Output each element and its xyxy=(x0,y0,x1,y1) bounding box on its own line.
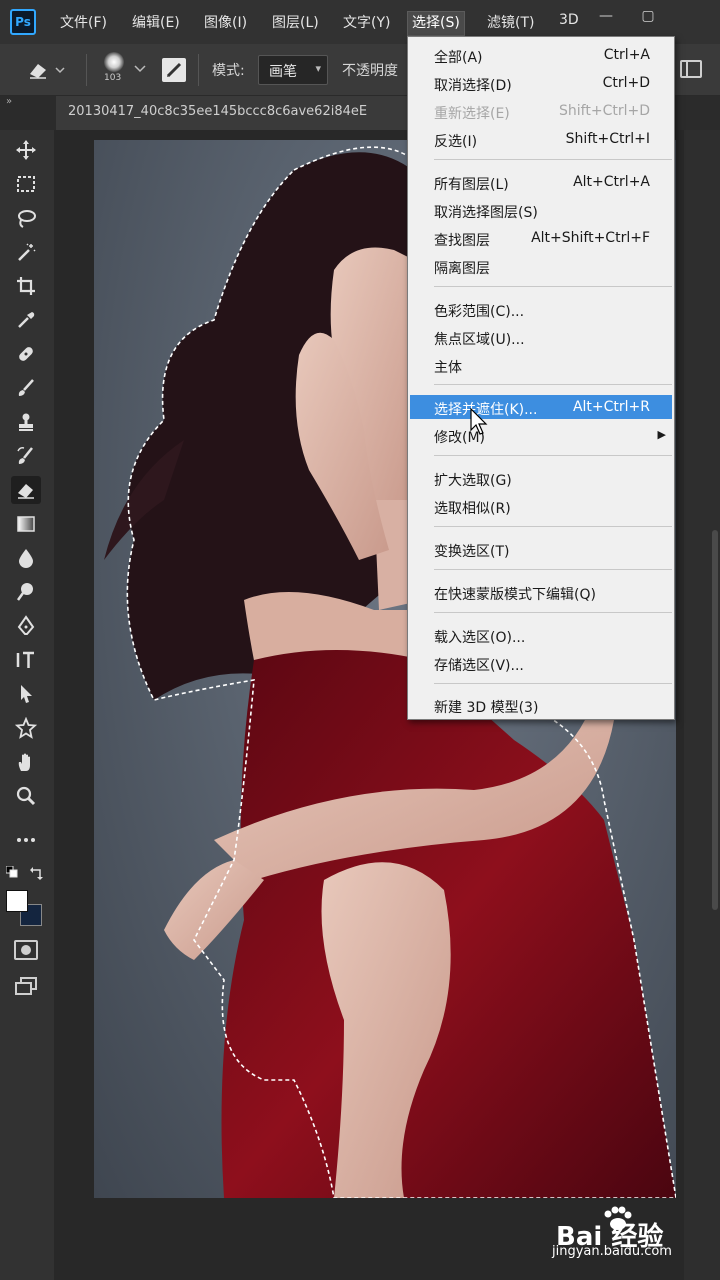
menu-item-grow[interactable]: 扩大选取(G) xyxy=(410,466,672,490)
watermark-url: jingyan.baidu.com xyxy=(552,1244,672,1259)
menu-item-deselect-layers[interactable]: 取消选择图层(S) xyxy=(410,198,672,222)
menu-item-new-3d-model[interactable]: 新建 3D 模型(3) xyxy=(410,693,672,717)
menu-item-save-selection[interactable]: 存储选区(V)... xyxy=(410,651,672,675)
brush-size-value: 103 xyxy=(104,73,122,83)
eraser-tool-icon[interactable] xyxy=(11,476,41,504)
menu-item-modify[interactable]: 修改(M) ▶ xyxy=(410,423,672,447)
menu-item-quick-mask[interactable]: 在快速蒙版模式下编辑(Q) xyxy=(410,580,672,604)
menu-filter[interactable]: 滤镜(T) xyxy=(487,12,534,36)
collapse-panel-icon[interactable]: » xyxy=(6,96,12,107)
menu-separator xyxy=(434,569,672,570)
menu-separator xyxy=(434,526,672,527)
crop-tool-icon[interactable] xyxy=(11,272,41,300)
path-selection-tool-icon[interactable] xyxy=(11,680,41,708)
type-tool-icon[interactable] xyxy=(11,646,41,674)
lasso-tool-icon[interactable] xyxy=(11,204,41,232)
eyedropper-tool-icon[interactable] xyxy=(11,306,41,334)
menu-item-transform-selection[interactable]: 变换选区(T) xyxy=(410,537,672,561)
swap-colors-icon[interactable] xyxy=(30,866,44,884)
hand-tool-icon[interactable] xyxy=(11,748,41,776)
menu-item-deselect[interactable]: 取消选择(D) Ctrl+D xyxy=(410,71,672,95)
menu-item-similar[interactable]: 选取相似(R) xyxy=(410,494,672,518)
menu-item-select-all[interactable]: 全部(A) Ctrl+A xyxy=(410,43,672,67)
menu-item-inverse[interactable]: 反选(I) Shift+Ctrl+I xyxy=(410,127,672,151)
menu-file[interactable]: 文件(F) xyxy=(60,12,107,36)
menu-item-find-layers[interactable]: 查找图层 Alt+Shift+Ctrl+F xyxy=(410,226,672,250)
menu-type[interactable]: 文字(Y) xyxy=(343,12,390,36)
maximize-icon[interactable]: ▢ xyxy=(634,6,662,26)
menu-separator xyxy=(434,384,672,385)
photoshop-logo: Ps xyxy=(10,9,36,35)
blur-tool-icon[interactable] xyxy=(11,544,41,572)
default-colors-icon[interactable] xyxy=(5,865,18,882)
dodge-tool-icon[interactable] xyxy=(11,578,41,606)
menu-item-reselect[interactable]: 重新选择(E) Shift+Ctrl+D xyxy=(410,99,672,123)
quick-mask-icon[interactable] xyxy=(14,940,38,960)
menu-item-focus-area[interactable]: 焦点区域(U)... xyxy=(410,325,672,349)
eraser-preset-icon[interactable] xyxy=(26,58,66,82)
options-divider xyxy=(86,54,87,86)
right-scrollbar[interactable] xyxy=(684,130,720,1280)
brush-dropdown-icon[interactable] xyxy=(134,62,146,78)
zoom-tool-icon[interactable] xyxy=(11,782,41,810)
brush-tool-icon[interactable] xyxy=(11,374,41,402)
opacity-label: 不透明度 xyxy=(342,63,398,79)
mode-label: 模式: xyxy=(212,63,245,79)
panel-toggle-icon[interactable] xyxy=(680,60,702,78)
menu-item-isolate-layers[interactable]: 隔离图层 xyxy=(410,254,672,278)
menu-item-all-layers[interactable]: 所有图层(L) Alt+Ctrl+A xyxy=(410,170,672,194)
history-brush-tool-icon[interactable] xyxy=(11,442,41,470)
marquee-tool-icon[interactable] xyxy=(11,170,41,198)
menu-separator xyxy=(434,159,672,160)
magic-wand-tool-icon[interactable] xyxy=(11,238,41,266)
menu-item-select-and-mask[interactable]: 选择并遮住(K)... Alt+Ctrl+R xyxy=(410,395,672,419)
scroll-thumb[interactable] xyxy=(712,530,718,910)
healing-brush-tool-icon[interactable] xyxy=(11,340,41,368)
gradient-tool-icon[interactable] xyxy=(11,510,41,538)
screen-mode-icon[interactable] xyxy=(14,976,38,1000)
mouse-pointer-icon xyxy=(470,407,488,436)
document-tab[interactable]: 20130417_40c8c35ee145bccc8c6ave62i84eE xyxy=(56,96,416,130)
mode-select[interactable]: 画笔 ▾ xyxy=(258,55,328,85)
tools-panel xyxy=(0,130,54,1280)
foreground-color-swatch[interactable] xyxy=(6,890,28,912)
menu-3d[interactable]: 3D xyxy=(559,12,579,36)
clone-stamp-tool-icon[interactable] xyxy=(11,408,41,436)
minimize-icon[interactable]: — xyxy=(592,6,620,26)
brush-settings-icon[interactable] xyxy=(162,58,186,82)
menu-layer[interactable]: 图层(L) xyxy=(272,12,319,36)
menu-item-color-range[interactable]: 色彩范围(C)... xyxy=(410,297,672,321)
submenu-arrow-icon: ▶ xyxy=(657,428,666,441)
pen-tool-icon[interactable] xyxy=(11,612,41,640)
chevron-down-icon: ▾ xyxy=(315,62,321,75)
move-tool-icon[interactable] xyxy=(11,136,41,164)
baidu-jingyan-watermark: Bai 经验 jingyan.baidu.com xyxy=(552,1200,706,1266)
menu-separator xyxy=(434,683,672,684)
mode-value: 画笔 xyxy=(269,64,297,80)
select-menu-dropdown: 全部(A) Ctrl+A 取消选择(D) Ctrl+D 重新选择(E) Shift+C… xyxy=(407,36,675,720)
more-tools-icon[interactable] xyxy=(11,826,41,854)
brush-preview-icon[interactable] xyxy=(104,52,124,72)
shape-tool-icon[interactable] xyxy=(11,714,41,742)
options-divider xyxy=(198,54,199,86)
menu-edit[interactable]: 编辑(E) xyxy=(132,12,180,36)
menu-separator xyxy=(434,286,672,287)
menu-image[interactable]: 图像(I) xyxy=(204,12,247,36)
menu-separator xyxy=(434,455,672,456)
menu-separator xyxy=(434,612,672,613)
menu-item-load-selection[interactable]: 载入选区(O)... xyxy=(410,623,672,647)
menu-item-subject[interactable]: 主体 xyxy=(410,353,672,377)
menu-select[interactable]: 选择(S) xyxy=(407,11,465,36)
